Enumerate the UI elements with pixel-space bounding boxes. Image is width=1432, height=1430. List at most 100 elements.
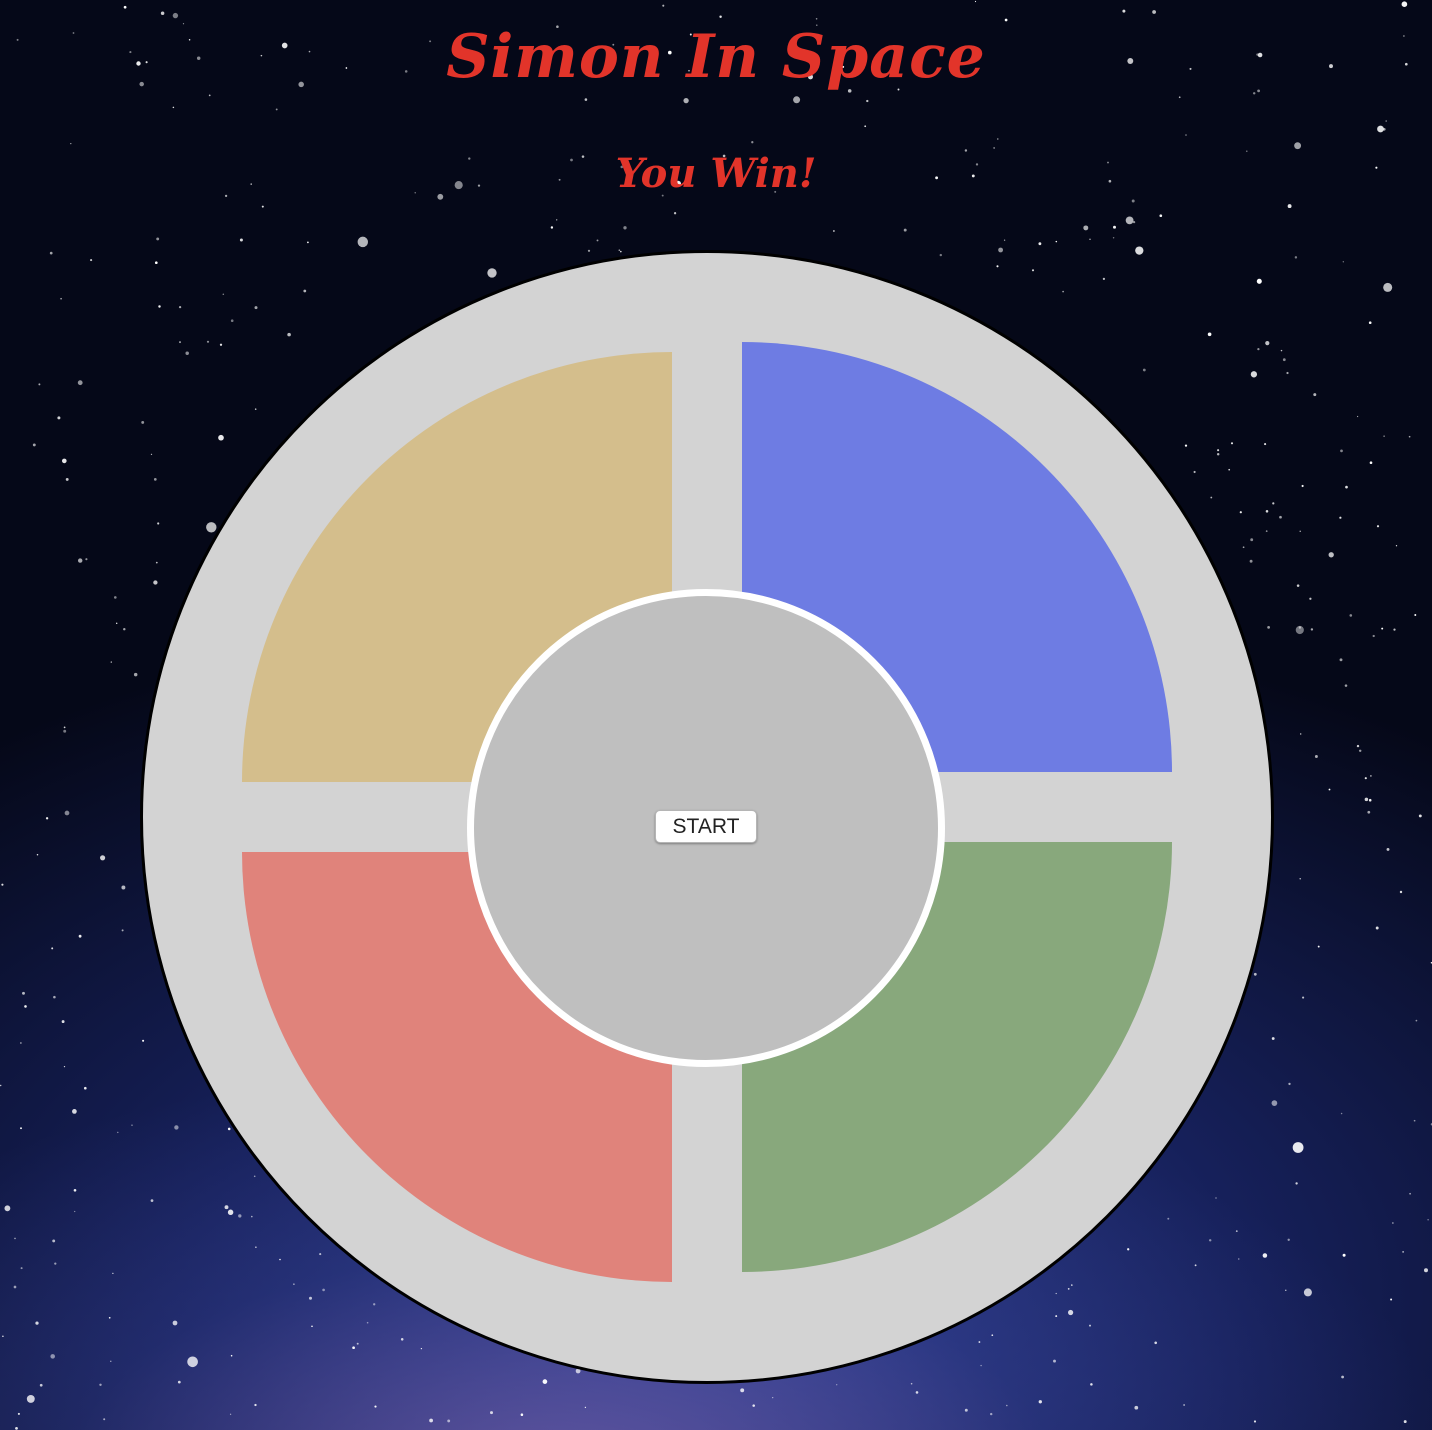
star <box>990 1412 993 1416</box>
star <box>980 1364 982 1367</box>
star <box>153 478 157 481</box>
star <box>1370 775 1372 777</box>
star <box>1183 1404 1185 1406</box>
star <box>1369 461 1373 465</box>
star <box>1235 1230 1238 1232</box>
star <box>542 1379 548 1384</box>
star <box>1282 358 1286 362</box>
star <box>83 1086 87 1090</box>
star <box>116 622 118 624</box>
star <box>1 883 4 886</box>
star <box>1135 246 1144 255</box>
star <box>63 729 67 733</box>
star <box>793 96 801 104</box>
star <box>1280 349 1283 352</box>
star <box>222 293 225 295</box>
star <box>206 522 217 533</box>
star <box>22 991 25 995</box>
star <box>1067 1288 1070 1290</box>
star <box>179 341 181 344</box>
star <box>187 1356 198 1368</box>
star <box>487 268 497 278</box>
star <box>587 249 591 252</box>
star <box>131 1124 133 1126</box>
star <box>121 929 124 932</box>
star <box>230 319 234 323</box>
star <box>915 1391 919 1394</box>
star <box>1295 625 1304 635</box>
star <box>1367 810 1371 814</box>
star <box>1250 538 1254 542</box>
start-button[interactable]: START <box>655 810 757 843</box>
star <box>1313 393 1317 397</box>
star <box>1193 470 1196 474</box>
star <box>1112 237 1115 239</box>
star <box>1314 755 1318 758</box>
star <box>1271 1100 1278 1106</box>
star <box>1262 1253 1268 1258</box>
star <box>293 1283 295 1285</box>
star <box>219 343 223 346</box>
star <box>1194 1264 1197 1267</box>
star <box>1356 415 1359 418</box>
star <box>208 94 211 97</box>
star <box>997 138 999 140</box>
star <box>1300 733 1302 735</box>
star <box>1292 1142 1304 1153</box>
star <box>110 661 112 663</box>
star <box>1102 277 1106 281</box>
star <box>1328 788 1331 791</box>
star <box>1004 18 1008 22</box>
star <box>866 99 869 103</box>
star <box>261 205 264 208</box>
star <box>20 1042 22 1044</box>
star <box>1159 214 1163 218</box>
star <box>1228 468 1231 471</box>
star <box>1217 449 1220 452</box>
star <box>1303 1288 1312 1297</box>
star <box>1413 1119 1416 1122</box>
star <box>1393 628 1396 631</box>
star <box>1038 1400 1042 1404</box>
star <box>155 561 158 564</box>
star <box>447 1419 451 1423</box>
star <box>1358 749 1362 753</box>
star <box>1296 584 1300 587</box>
star <box>520 1413 524 1416</box>
star <box>1402 1251 1404 1253</box>
star <box>24 1005 27 1008</box>
star <box>752 1404 755 1407</box>
star <box>1294 142 1302 150</box>
star <box>1055 1315 1058 1318</box>
star <box>1424 1268 1428 1273</box>
star <box>1185 134 1187 136</box>
star <box>52 1239 56 1243</box>
star <box>1279 515 1282 519</box>
star <box>112 1272 114 1275</box>
star <box>1216 452 1220 456</box>
star <box>64 810 70 816</box>
star <box>420 1347 423 1350</box>
star <box>550 226 554 229</box>
star <box>54 1262 57 1265</box>
star <box>1299 530 1301 532</box>
star <box>26 1394 35 1403</box>
star <box>1053 1359 1056 1363</box>
star <box>1238 1258 1240 1260</box>
star <box>1089 238 1091 240</box>
star <box>99 1383 102 1387</box>
star <box>77 380 83 386</box>
star <box>1285 1289 1287 1291</box>
star <box>996 265 999 268</box>
star <box>1368 321 1372 325</box>
star <box>1113 225 1116 229</box>
star <box>1399 890 1403 894</box>
star <box>63 726 66 729</box>
star <box>73 1188 77 1192</box>
star <box>17 1412 20 1415</box>
star <box>1328 552 1334 558</box>
star <box>108 1316 111 1319</box>
star <box>1294 256 1298 259</box>
star <box>1242 546 1245 549</box>
star <box>1383 282 1393 292</box>
